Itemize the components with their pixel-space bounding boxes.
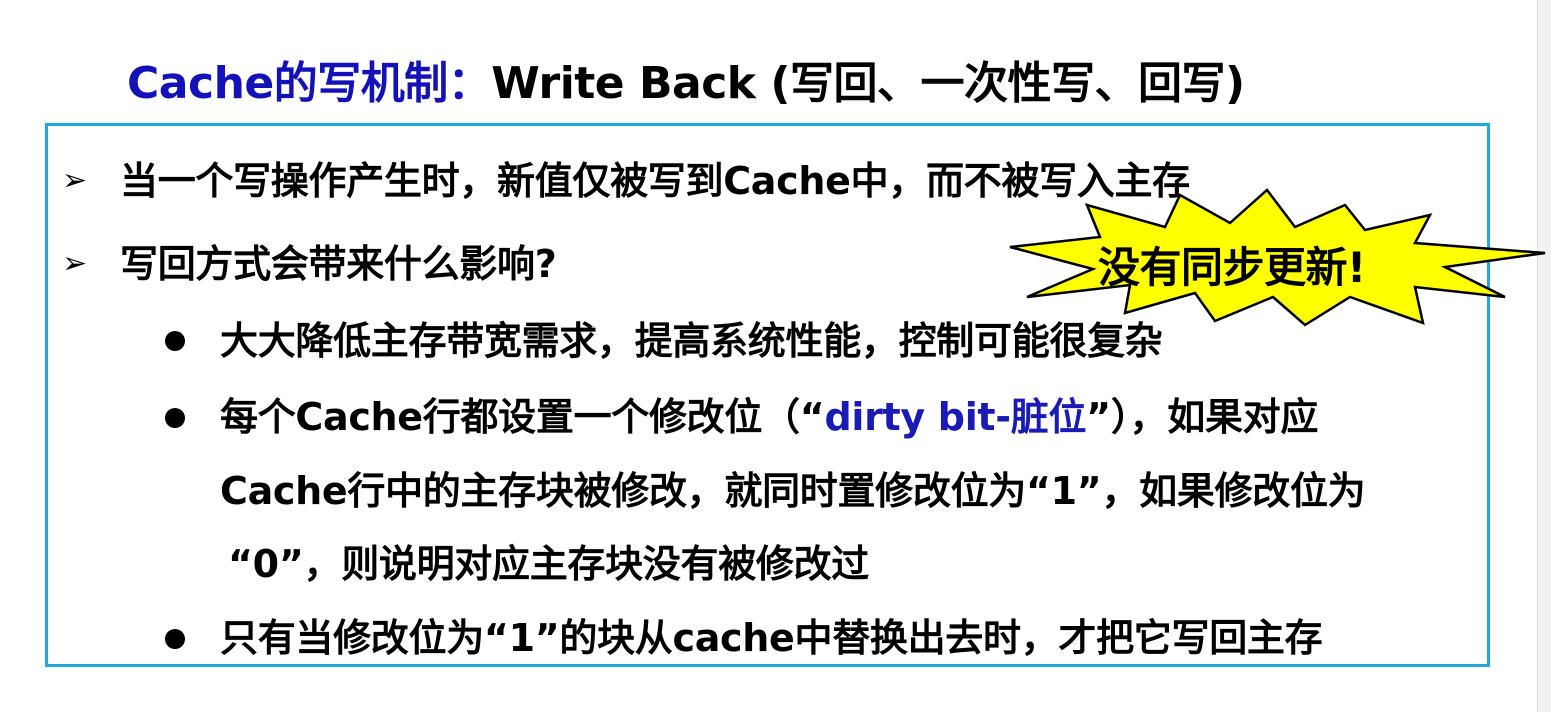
sub-bullet-dirty-bit-line2: Cache行中的主存块被修改，就同时置修改位为“1”，如果修改位为 — [220, 469, 1366, 513]
callout-text: 没有同步更新! — [1098, 243, 1366, 292]
slide-title: Cache的写机制：Write Back (写回、一次性写、回写) — [127, 56, 1245, 112]
bullet-write-back-impact: 写回方式会带来什么影响? — [120, 242, 557, 286]
dot-bullet-icon — [165, 331, 185, 351]
right-margin-band — [1538, 0, 1551, 712]
dirty-bit-term: dirty bit-脏位 — [824, 395, 1087, 439]
dot-bullet-icon — [165, 629, 185, 649]
title-subject: Write Back (写回、一次性写、回写) — [491, 58, 1245, 109]
arrow-bullet-icon: ➢ — [62, 163, 88, 198]
title-topic: Cache的写机制： — [127, 58, 492, 109]
dot-bullet-icon — [165, 408, 185, 428]
dirty-bit-text-b: ”），如果对应 — [1086, 395, 1319, 439]
sub-bullet-dirty-bit-line1: 每个Cache行都设置一个修改位（“dirty bit-脏位”），如果对应 — [220, 394, 1318, 440]
dirty-bit-text-a: 每个Cache行都设置一个修改位（“ — [220, 395, 825, 439]
sub-bullet-write-back-on-replace: 只有当修改位为“1”的块从cache中替换出去时，才把它写回主存 — [220, 616, 1323, 660]
sub-bullet-dirty-bit-line3: “0”，则说明对应主存块没有被修改过 — [228, 542, 869, 586]
arrow-bullet-icon: ➢ — [62, 246, 88, 281]
